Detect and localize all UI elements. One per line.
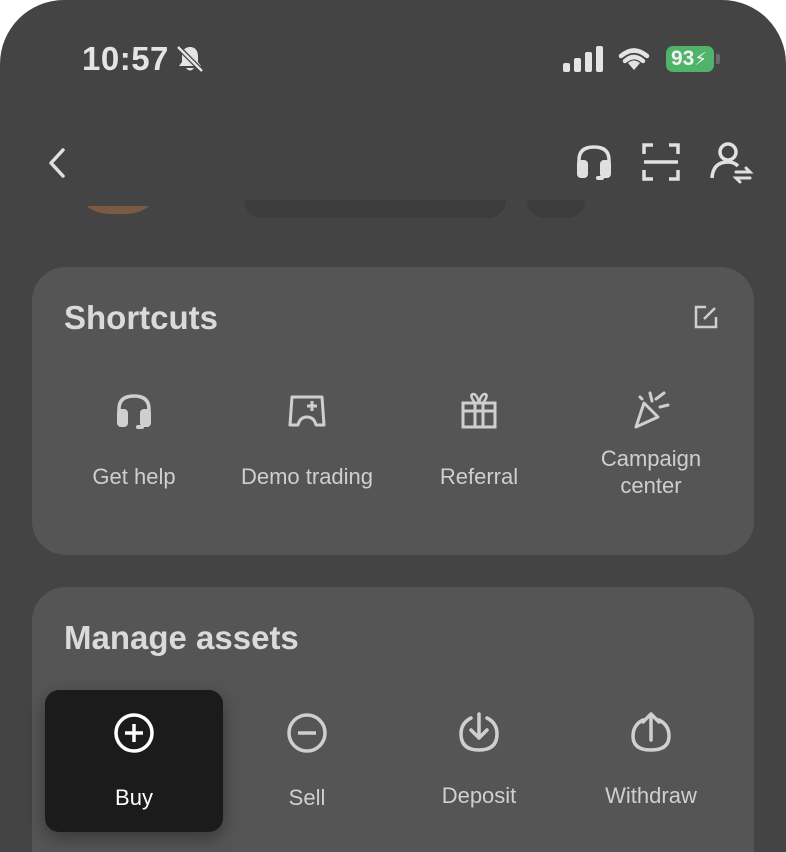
asset-withdraw[interactable]: Withdraw bbox=[561, 710, 741, 809]
username-pill-peek bbox=[244, 200, 506, 218]
asset-label: Buy bbox=[115, 785, 153, 810]
asset-deposit[interactable]: Deposit bbox=[389, 710, 569, 809]
shortcut-referral[interactable]: Referral bbox=[389, 391, 569, 490]
shortcut-campaign-center[interactable]: Campaign center bbox=[561, 389, 741, 499]
shortcut-label: Campaign center bbox=[600, 446, 702, 498]
shortcuts-title: Shortcuts bbox=[64, 299, 219, 336]
shortcut-label: Referral bbox=[439, 464, 519, 489]
battery-level: 93 bbox=[671, 47, 695, 70]
deposit-icon bbox=[459, 712, 499, 752]
signal-icon bbox=[563, 46, 603, 72]
status-time: 10:57 bbox=[82, 40, 169, 77]
asset-buy[interactable]: Buy bbox=[44, 712, 224, 811]
headset-icon bbox=[117, 394, 151, 429]
battery-indicator: 93⚡ bbox=[666, 46, 714, 72]
asset-sell[interactable]: Sell bbox=[217, 712, 397, 811]
badge-peek bbox=[527, 200, 585, 218]
plus-circle-icon bbox=[114, 713, 154, 753]
shortcuts-card: Shortcuts Get help Demo trading Referral… bbox=[32, 267, 754, 555]
charging-bolt-icon: ⚡ bbox=[694, 49, 707, 69]
edit-icon[interactable] bbox=[692, 303, 720, 331]
party-popper-icon bbox=[634, 391, 670, 429]
bell-muted-icon bbox=[176, 45, 204, 73]
headset-icon[interactable] bbox=[574, 142, 614, 182]
shortcut-get-help[interactable]: Get help bbox=[44, 391, 224, 490]
asset-label: Withdraw bbox=[605, 783, 697, 808]
minus-circle-icon bbox=[287, 713, 327, 753]
phone-screen: 10:57 93⚡ Shortcuts Get help Demo tradin… bbox=[0, 0, 786, 852]
scan-icon[interactable] bbox=[641, 142, 681, 182]
back-icon[interactable] bbox=[44, 146, 70, 180]
demo-trading-icon bbox=[288, 395, 326, 427]
asset-label: Deposit bbox=[441, 783, 517, 808]
gift-icon bbox=[461, 392, 497, 429]
wifi-icon bbox=[618, 48, 650, 70]
battery-cap bbox=[716, 54, 720, 64]
avatar-peek bbox=[72, 206, 164, 214]
switch-account-icon[interactable] bbox=[708, 140, 754, 184]
manage-assets-title: Manage assets bbox=[64, 619, 299, 656]
shortcut-label: Get help bbox=[92, 464, 176, 489]
shortcut-demo-trading[interactable]: Demo trading bbox=[217, 391, 397, 490]
shortcut-label: Demo trading bbox=[240, 464, 374, 489]
withdraw-icon bbox=[631, 712, 671, 752]
asset-label: Sell bbox=[288, 785, 326, 810]
